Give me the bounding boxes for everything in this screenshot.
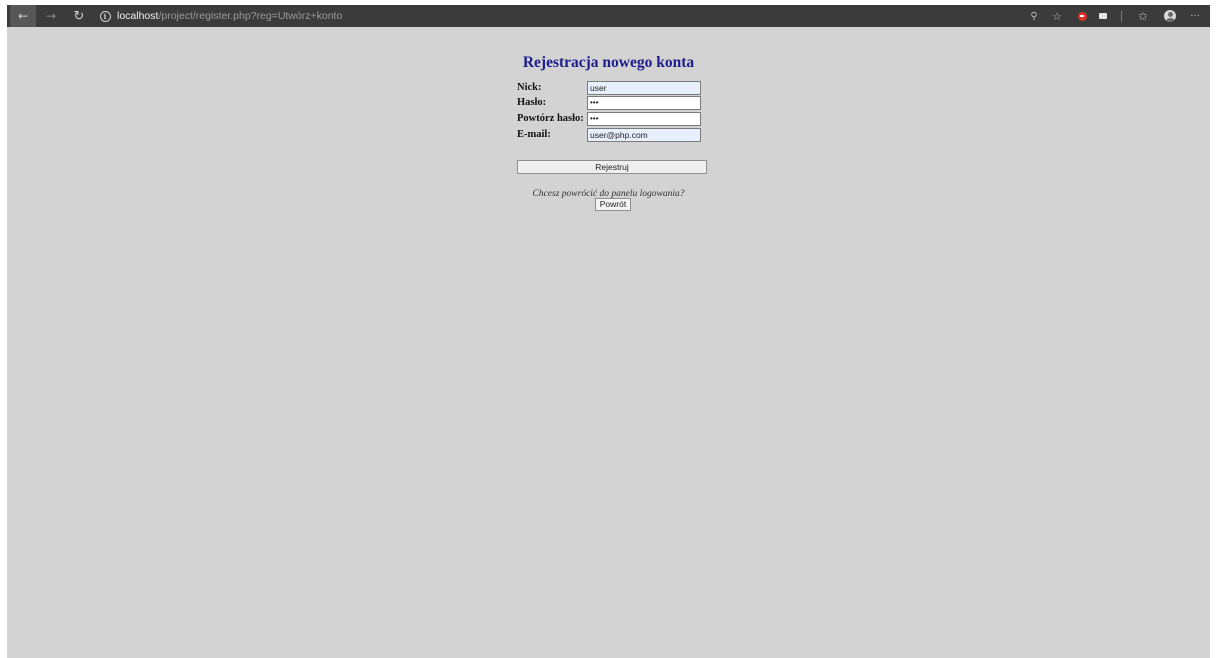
nick-label: Nick: [517,82,542,93]
address-bar[interactable]: localhost/project/register.php?reg=Utwór… [117,5,342,27]
info-icon: i [99,10,111,22]
settings-menu-button[interactable]: ··· [1187,5,1203,27]
arrow-right-icon: → [45,9,57,23]
back-button-page[interactable]: Powrót [595,198,631,211]
add-favorite-button[interactable]: ☆ [1048,5,1066,27]
site-info-button[interactable]: i [97,5,113,27]
address-path: /project/register.php?reg=Utwórz+konto [158,10,343,22]
address-host: localhost [117,10,159,22]
toolbar-divider [1121,11,1122,22]
password-label: Hasło: [517,97,547,108]
reload-button[interactable]: ↻ [70,5,88,27]
more-icon: ··· [1190,10,1200,22]
repeat-password-input[interactable] [587,112,701,126]
email-label: E-mail: [517,129,551,140]
password-input[interactable] [587,96,701,110]
repeat-password-label: Powtórz hasło: [517,113,584,124]
profile-avatar-icon [1164,10,1176,22]
favorites-icon: ✩ [1138,9,1148,23]
nick-input[interactable] [587,81,701,95]
email-input[interactable] [587,128,701,142]
extension-button-mail[interactable] [1096,5,1110,27]
browser-window: ← → ↻ i localhost/project/register.php?r… [7,5,1210,658]
browser-toolbar: ← → ↻ i localhost/project/register.php?r… [7,5,1210,27]
register-button[interactable]: Rejestruj [517,160,707,174]
page-title: Rejestracja nowego konta [522,54,695,71]
reload-icon: ↻ [73,8,85,24]
arrow-left-icon: ← [17,9,29,23]
extension-button-red[interactable] [1075,5,1089,27]
page-content: Rejestracja nowego konta Nick: Hasło: Po… [7,27,1210,658]
forward-button[interactable]: → [42,5,60,27]
back-button[interactable]: ← [10,5,36,27]
favorites-button[interactable]: ✩ [1135,5,1151,27]
key-icon: ⚲ [1030,10,1038,22]
mail-extension-icon [1099,13,1107,19]
profile-button[interactable] [1162,5,1178,27]
password-key-button[interactable]: ⚲ [1027,5,1041,27]
star-plus-icon: ☆ [1052,9,1062,23]
red-extension-icon [1077,11,1087,21]
